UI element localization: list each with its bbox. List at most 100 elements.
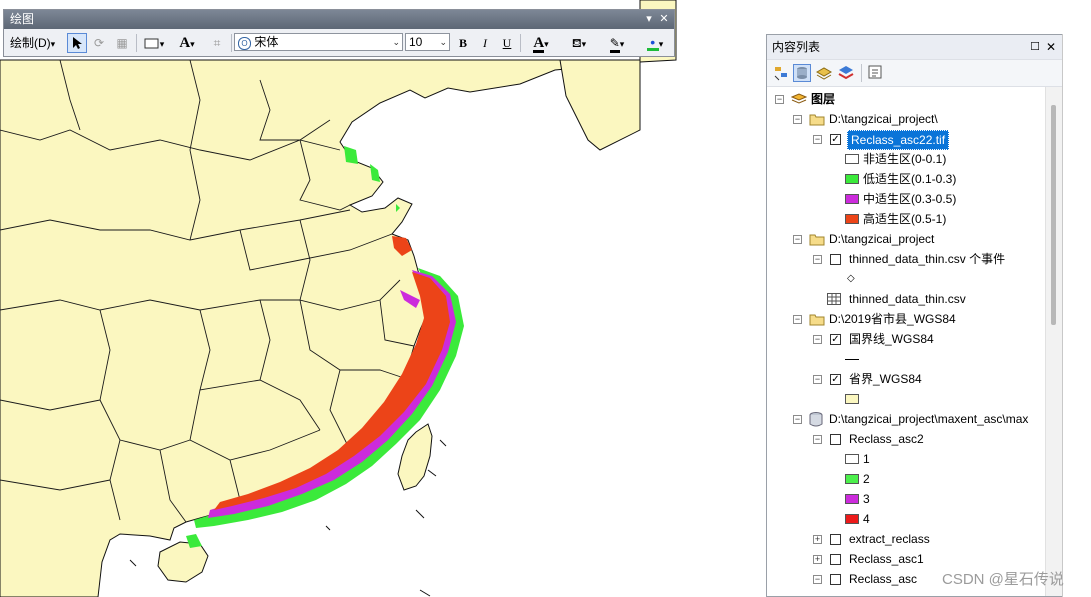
map-canvas[interactable] (0, 0, 766, 597)
toolbar-title-text: 绘图 (10, 12, 35, 26)
legend-swatch (845, 154, 859, 164)
expand-icon[interactable]: + (813, 555, 822, 564)
collapse-icon[interactable]: − (813, 435, 822, 444)
fill-color-button[interactable]: ⛾▾ (562, 33, 596, 53)
font-size-value: 10 (409, 35, 423, 49)
rotate-icon[interactable]: ⟳ (90, 33, 108, 53)
chevron-down-icon: ⌄ (439, 37, 447, 47)
layer-visibility-checkbox[interactable] (830, 434, 841, 445)
watermark: CSDN @星石传说 (942, 571, 1064, 588)
draw-menu-button[interactable]: 绘制(D)▾ (10, 33, 66, 53)
collapse-icon[interactable]: − (793, 115, 802, 124)
collapse-icon[interactable]: − (793, 235, 802, 244)
select-elements-button[interactable] (67, 33, 87, 53)
legend-class-label: 低适生区(0.1-0.3) (863, 172, 957, 186)
table-of-contents-panel[interactable]: 内容列表 ☐ ✕ − 图层 − D:\tangzicai_project\ − (766, 34, 1062, 597)
legend-swatch (845, 454, 859, 464)
underline-button[interactable]: U (498, 33, 516, 53)
group-4-label: D:\tangzicai_project\maxent_asc\max (829, 412, 1029, 426)
layer-visibility-checkbox[interactable] (830, 254, 841, 265)
list-by-drawing-order-icon[interactable] (773, 64, 791, 82)
rectangle-tool-button[interactable]: ▾ (141, 33, 167, 53)
reclass2-layer-label: Reclass_asc2 (849, 432, 924, 446)
toc-scrollbar[interactable] (1045, 87, 1062, 596)
paint-bucket-icon: ⛾ (571, 36, 582, 50)
edit-vertices-icon[interactable]: ⌗ (207, 33, 227, 53)
collapse-icon[interactable]: − (813, 255, 822, 264)
close-icon[interactable]: ✕ (657, 10, 671, 29)
layer-visibility-checkbox[interactable] (830, 554, 841, 565)
layer-visibility-checkbox[interactable] (830, 574, 841, 585)
bold-button[interactable]: B (454, 33, 472, 53)
arrow-pointer-icon (73, 37, 82, 49)
toolbar-title[interactable]: 绘图 ▾ ✕ (4, 10, 674, 29)
layer-1-label[interactable]: Reclass_asc22.tif (847, 130, 950, 150)
folder-icon (809, 234, 825, 246)
font-name-dropdown[interactable]: O 宋体 ⌄ (234, 33, 403, 51)
asc-layer-label: Reclass_asc (849, 572, 918, 586)
line-symbol-icon (845, 359, 859, 360)
toc-toolbar (767, 60, 1062, 87)
group-3-label: D:\2019省市县_WGS84 (829, 312, 956, 326)
list-by-visibility-icon[interactable] (815, 64, 833, 82)
toc-title-bar: 内容列表 ☐ ✕ (767, 35, 1062, 60)
rectangle-icon (144, 38, 159, 49)
line-color-button[interactable]: ✎▾ (600, 33, 634, 53)
draw-menu-label: 绘制(D) (10, 36, 51, 50)
font-color-button[interactable]: A▾ (524, 33, 558, 53)
right-dock-strip (1062, 34, 1091, 597)
auto-hide-icon[interactable]: ☐ (1030, 35, 1040, 59)
legend-swatch (845, 214, 859, 224)
extract-layer-label: extract_reclass (849, 532, 930, 546)
legend-class-label: 1 (863, 452, 870, 466)
toolbar-menu-icon[interactable]: ▾ (642, 10, 656, 29)
zoom-whole-page-icon[interactable]: ▦ (112, 33, 132, 53)
collapse-icon[interactable]: − (793, 315, 802, 324)
legend-class-label: 非适生区(0-0.1) (863, 152, 947, 166)
collapse-icon[interactable]: − (813, 135, 822, 144)
legend-swatch (845, 494, 859, 504)
layer-visibility-checkbox[interactable]: ✓ (830, 334, 841, 345)
legend-swatch (845, 474, 859, 484)
layer-visibility-checkbox[interactable]: ✓ (830, 134, 841, 145)
chevron-down-icon: ⌄ (392, 37, 400, 47)
toolbar-row: 绘制(D)▾ ⟳ ▦ ▾ A▾ ⌗ O 宋体 ⌄ 10 ⌄ B I U A▾ ⛾… (4, 31, 674, 56)
layer-visibility-checkbox[interactable]: ✓ (830, 374, 841, 385)
collapse-icon[interactable]: − (813, 335, 822, 344)
group-1-label: D:\tangzicai_project\ (829, 112, 938, 126)
legend-swatch (845, 394, 859, 404)
asc1-layer-label: Reclass_asc1 (849, 552, 924, 566)
font-color-label: A (533, 35, 545, 53)
layer-visibility-checkbox[interactable] (830, 534, 841, 545)
close-icon[interactable]: ✕ (1046, 35, 1056, 59)
text-tool-button[interactable]: A▾ (172, 33, 202, 53)
font-size-dropdown[interactable]: 10 ⌄ (405, 33, 450, 51)
options-icon[interactable] (867, 64, 885, 82)
font-type-icon: O (238, 37, 251, 50)
events-layer-label: thinned_data_thin.csv 个事件 (849, 252, 1006, 266)
expand-icon[interactable]: + (813, 535, 822, 544)
text-tool-label: A (179, 35, 191, 51)
collapse-icon[interactable]: − (813, 575, 822, 584)
folder-icon (809, 314, 825, 326)
scrollbar-thumb[interactable] (1051, 105, 1056, 325)
marker-color-button[interactable]: • ▾ (638, 33, 672, 53)
legend-swatch (845, 194, 859, 204)
country-layer-label: 国界线_WGS84 (849, 332, 934, 346)
list-by-source-icon[interactable] (793, 64, 811, 82)
legend-class-label: 3 (863, 492, 870, 506)
legend-class-label: 高适生区(0.5-1) (863, 212, 947, 226)
font-name-value: 宋体 (254, 35, 279, 49)
italic-button[interactable]: I (476, 33, 494, 53)
marker-icon: • (646, 35, 659, 51)
collapse-icon[interactable]: − (775, 95, 784, 104)
drawing-toolbar[interactable]: 绘图 ▾ ✕ 绘制(D)▾ ⟳ ▦ ▾ A▾ ⌗ O 宋体 ⌄ 10 ⌄ B I (3, 9, 675, 57)
root-label: 图层 (811, 92, 836, 106)
table-icon (827, 293, 841, 305)
collapse-icon[interactable]: − (813, 375, 822, 384)
toc-title: 内容列表 (772, 40, 821, 54)
group-2-label: D:\tangzicai_project (829, 232, 935, 246)
layers-icon (791, 93, 807, 104)
list-by-selection-icon[interactable] (837, 64, 855, 82)
collapse-icon[interactable]: − (793, 415, 802, 424)
